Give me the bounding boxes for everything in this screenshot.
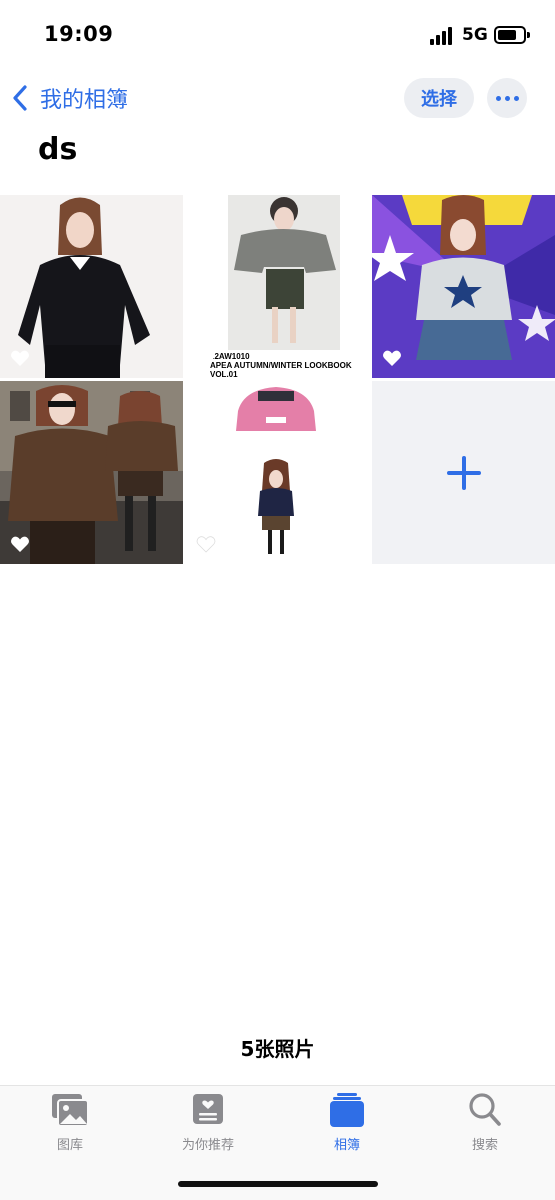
tab-search[interactable]: 搜索 [435, 1092, 535, 1153]
status-time: 19:09 [44, 22, 114, 46]
network-type: 5G [462, 25, 488, 45]
favorite-heart-icon[interactable] [196, 348, 216, 368]
tab-label: 为你推荐 [181, 1138, 234, 1153]
favorite-heart-icon[interactable] [10, 534, 30, 554]
home-indicator[interactable] [178, 1181, 378, 1187]
photo-thumbnail-1[interactable] [0, 195, 183, 378]
favorite-heart-icon[interactable] [10, 348, 30, 368]
cellular-signal-icon [430, 27, 456, 45]
more-dot [504, 95, 510, 101]
select-button[interactable]: 选择 [404, 78, 474, 118]
more-dot [495, 95, 501, 101]
tab-albums[interactable]: 相簿 [297, 1092, 397, 1153]
chevron-left-icon [13, 85, 27, 111]
tab-label: 图库 [56, 1138, 83, 1153]
tab-library[interactable]: 图库 [20, 1092, 120, 1153]
search-icon [469, 1093, 501, 1126]
more-dot [513, 95, 519, 101]
tab-for-you[interactable]: 为你推荐 [158, 1092, 258, 1153]
album-title: ds [38, 132, 78, 167]
plus-icon [446, 455, 481, 490]
favorite-heart-icon[interactable] [382, 348, 402, 368]
for-you-icon [193, 1094, 223, 1124]
photo-thumbnail-2[interactable]: 22AW1010 APEA AUTUMN/WINTER LOOKBOOK VOL… [186, 195, 369, 378]
tab-label: 搜索 [471, 1138, 498, 1153]
add-photos-button[interactable] [372, 381, 555, 564]
status-bar: 19:09 5G [0, 0, 555, 70]
battery-icon [494, 26, 530, 44]
favorite-heart-icon[interactable] [196, 534, 216, 554]
photo-count: 5张照片 [240, 1037, 315, 1061]
photo-thumbnail-3[interactable] [372, 195, 555, 378]
photo-thumbnail-4[interactable] [0, 381, 183, 564]
photo-caption: 22AW1010 APEA AUTUMN/WINTER LOOKBOOK VOL… [210, 352, 352, 378]
tab-label: 相簿 [333, 1138, 360, 1153]
back-button[interactable]: 我的相簿 [10, 80, 128, 116]
albums-icon [330, 1093, 364, 1127]
photos-icon [52, 1094, 89, 1127]
photo-thumbnail-5[interactable] [186, 381, 369, 564]
back-label: 我的相簿 [40, 88, 129, 113]
more-button[interactable] [487, 78, 527, 118]
